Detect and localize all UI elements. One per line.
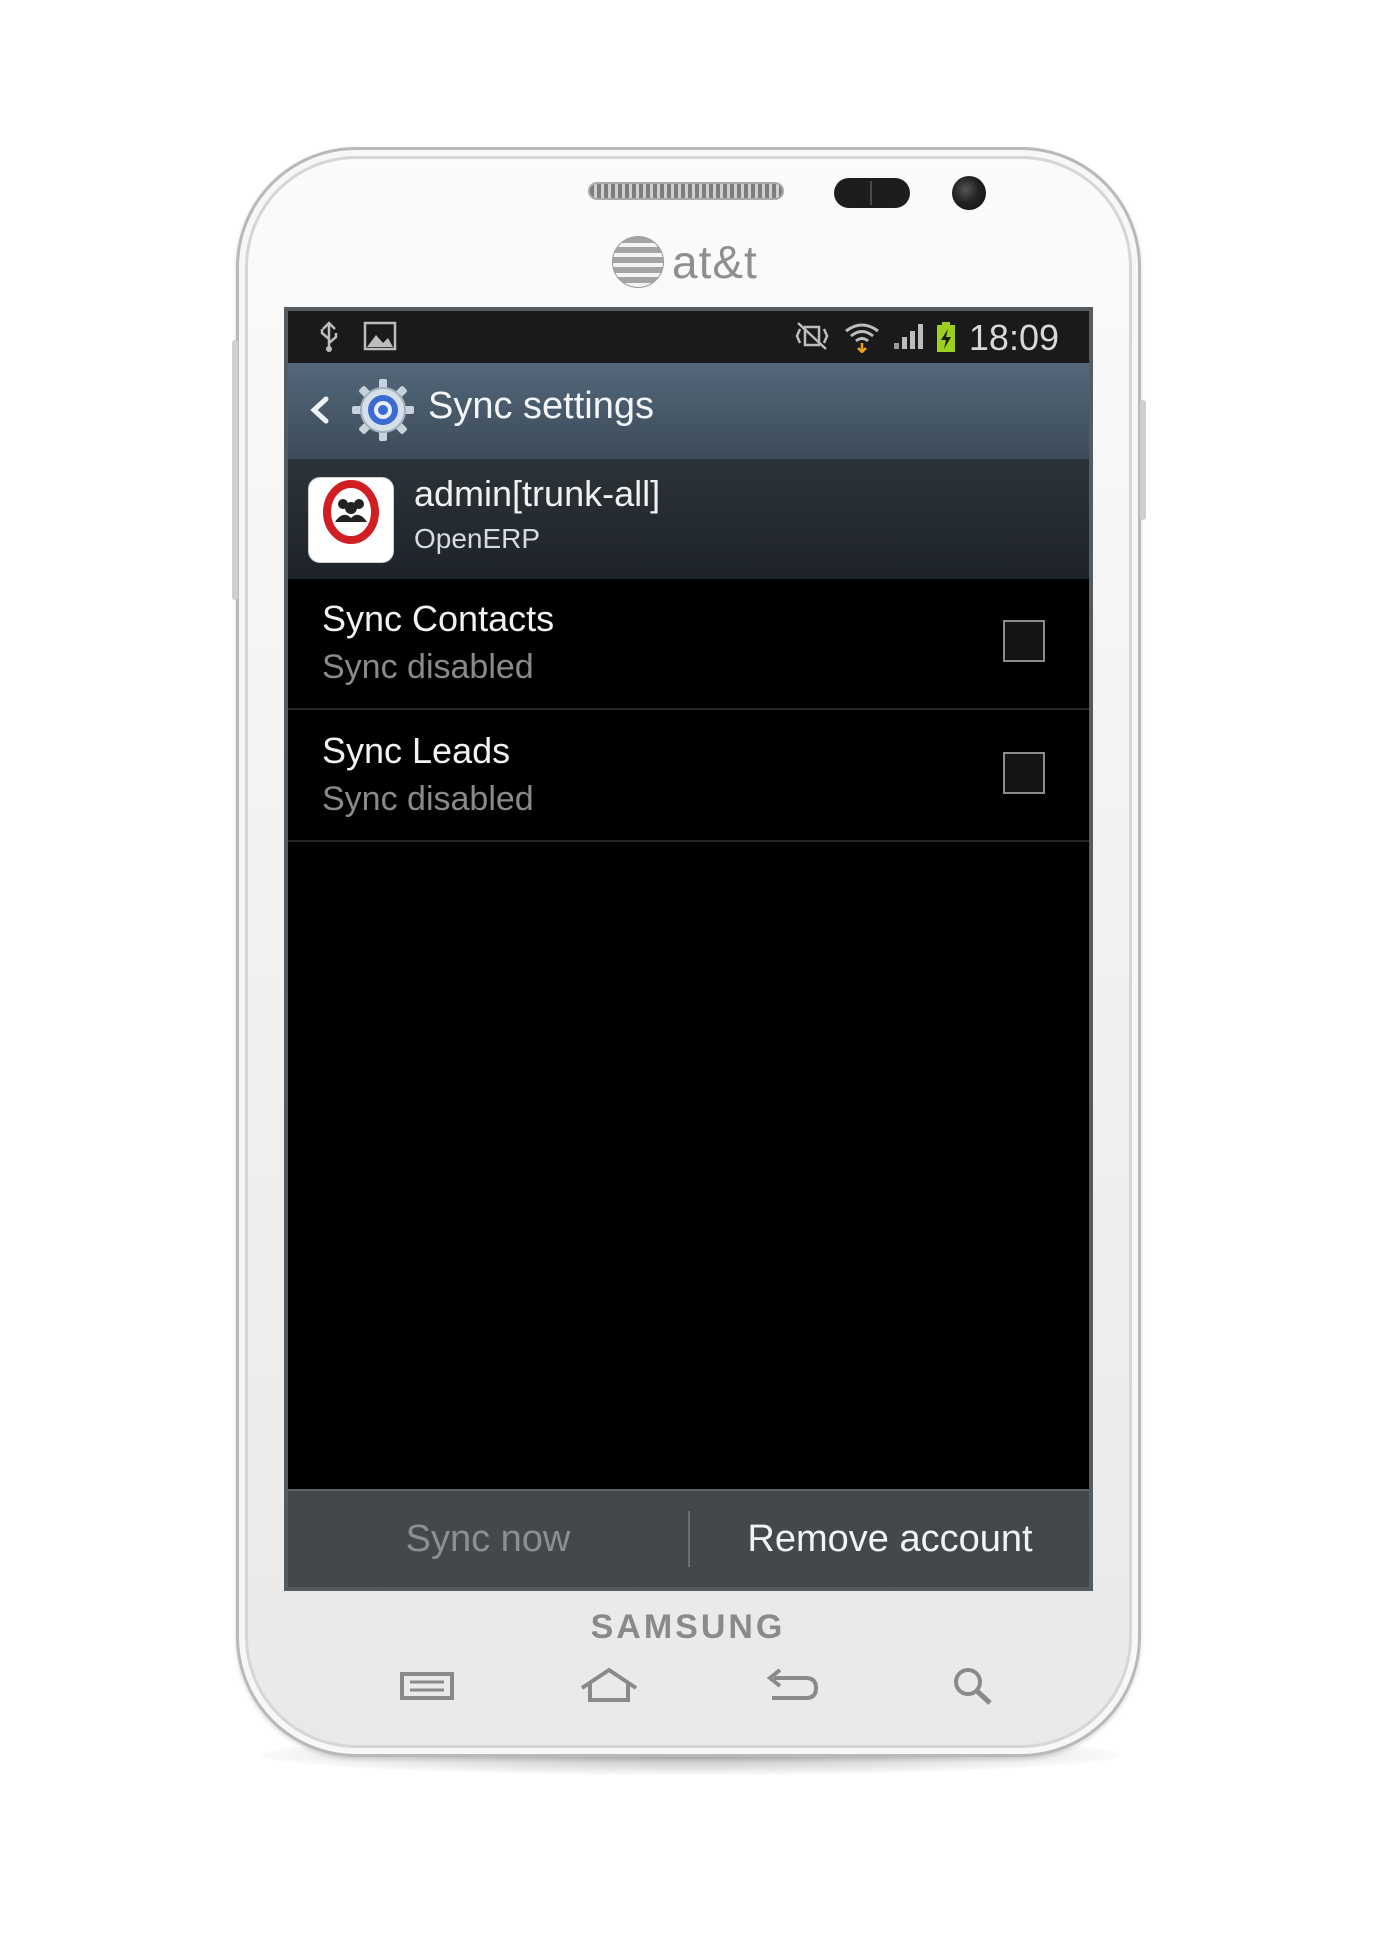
settings-gear-icon[interactable] bbox=[350, 377, 416, 443]
sync-leads-item[interactable]: Sync Leads Sync disabled bbox=[288, 710, 1089, 842]
image-icon bbox=[362, 321, 398, 353]
proximity-sensor bbox=[834, 178, 910, 208]
back-key-icon[interactable] bbox=[756, 1660, 826, 1710]
front-camera bbox=[952, 176, 986, 210]
status-bar: 18:09 bbox=[288, 311, 1089, 363]
sync-leads-title: Sync Leads bbox=[322, 730, 511, 771]
account-name: admin[trunk-all] bbox=[414, 473, 661, 514]
sync-contacts-status: Sync disabled bbox=[322, 648, 534, 686]
wifi-icon bbox=[844, 321, 880, 354]
battery-charging-icon bbox=[934, 321, 958, 353]
openerp-logo bbox=[308, 477, 394, 563]
carrier-name: at&t bbox=[672, 236, 758, 288]
sync-leads-status: Sync disabled bbox=[322, 780, 534, 818]
page-title: Sync settings bbox=[428, 385, 654, 427]
vibrate-mute-icon bbox=[794, 321, 830, 353]
action-bar: Sync settings bbox=[288, 363, 1089, 458]
screen: 18:09 Sync settings admin[trunk-all] Ope… bbox=[284, 307, 1093, 1591]
sync-contacts-title: Sync Contacts bbox=[322, 598, 555, 639]
power-button bbox=[1140, 400, 1146, 520]
earpiece-speaker bbox=[588, 182, 784, 200]
account-header: admin[trunk-all] OpenERP bbox=[288, 458, 1089, 579]
back-chevron-icon[interactable] bbox=[304, 387, 340, 433]
menu-key-icon[interactable] bbox=[392, 1660, 462, 1710]
usb-icon bbox=[314, 321, 344, 353]
remove-account-button[interactable]: Remove account bbox=[690, 1491, 1089, 1587]
home-key-icon[interactable] bbox=[574, 1660, 644, 1710]
sync-now-button[interactable]: Sync now bbox=[288, 1491, 688, 1587]
samsung-brand: SAMSUNG bbox=[590, 1608, 786, 1646]
clock: 18:09 bbox=[968, 317, 1059, 358]
signal-icon bbox=[892, 321, 926, 353]
account-type: OpenERP bbox=[414, 523, 541, 554]
carrier-logo: at&t bbox=[612, 234, 772, 290]
volume-button bbox=[232, 340, 238, 600]
sync-contacts-item[interactable]: Sync Contacts Sync disabled bbox=[288, 578, 1089, 710]
search-key-icon[interactable] bbox=[938, 1660, 1008, 1710]
bottom-action-bar: Sync now Remove account bbox=[288, 1489, 1089, 1587]
device-mockup: at&t 18:09 Sync settings admin[trunk-all… bbox=[0, 0, 1377, 1933]
sync-leads-checkbox[interactable] bbox=[1003, 752, 1045, 794]
sync-contacts-checkbox[interactable] bbox=[1003, 620, 1045, 662]
att-globe-icon bbox=[612, 236, 664, 288]
